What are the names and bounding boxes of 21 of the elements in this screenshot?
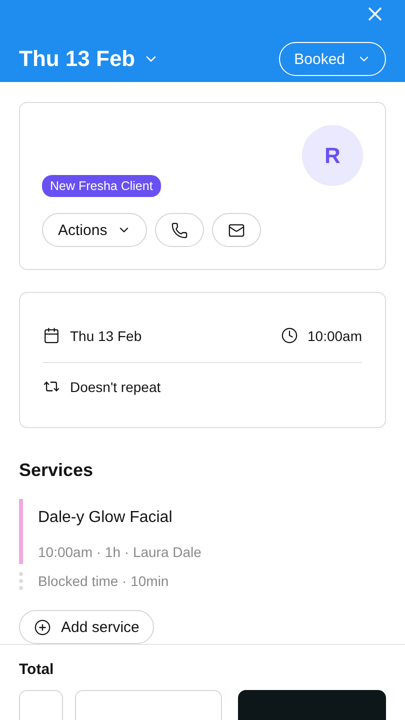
client-avatar: R: [302, 125, 363, 186]
appointment-date[interactable]: Thu 13 Feb: [70, 328, 142, 344]
appointment-time[interactable]: 10:00am: [308, 328, 362, 344]
calendar-icon: [43, 327, 60, 344]
clock-icon: [280, 327, 298, 344]
call-button[interactable]: [155, 213, 204, 247]
section-title: Services: [19, 460, 94, 481]
plus-icon: [34, 618, 51, 636]
service-item[interactable]: Dale-y Glow Facial 10:00am · 1h · Laura Dale: [19, 499, 386, 564]
mail-icon: [228, 222, 246, 238]
client-badge: New Fresha Client: [42, 175, 161, 197]
total-label: Total: [19, 661, 55, 678]
service-name: Dale-y Glow Facial: [38, 509, 174, 527]
service-details: 10:00am · 1h · Laura Dale: [38, 544, 202, 560]
actions-button[interactable]: Actions: [42, 213, 148, 247]
email-button[interactable]: [212, 213, 262, 247]
repeat-setting[interactable]: Doesn't repeat: [70, 378, 161, 394]
dotted-line: [19, 572, 23, 590]
add-service-button[interactable]: Add service: [19, 610, 154, 644]
blocked-time: Blocked time · 10min: [38, 573, 169, 589]
phone-icon: [171, 222, 188, 238]
